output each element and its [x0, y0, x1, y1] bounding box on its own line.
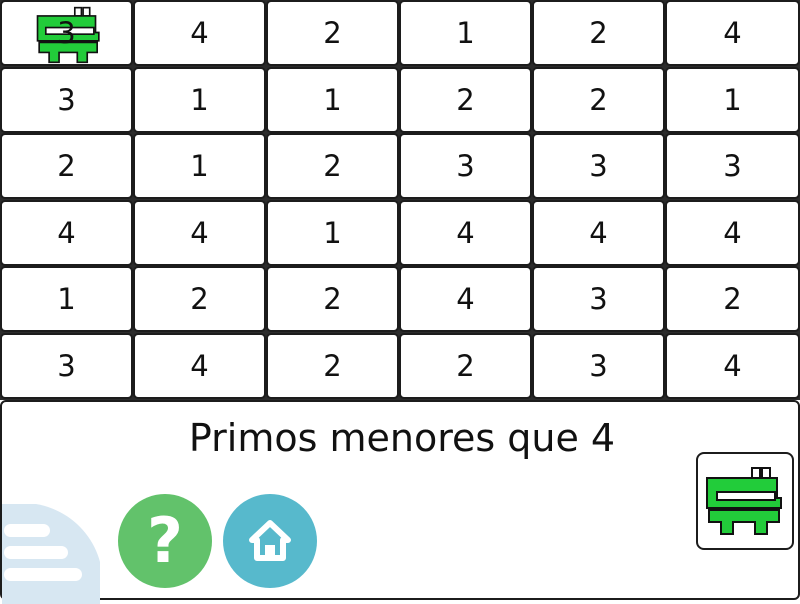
cell-number: 2 [323, 349, 342, 383]
cell-number: 1 [190, 149, 209, 183]
muncher-icon [706, 467, 782, 535]
board-cell[interactable]: 2 [266, 0, 399, 66]
board-cell[interactable]: 1 [266, 67, 399, 133]
cell-number: 3 [723, 149, 742, 183]
cell-number: 4 [723, 349, 742, 383]
cell-number: 1 [723, 83, 742, 117]
cell-number: 4 [589, 216, 608, 250]
game-board: 3 4 2 1 2 4 3 1 1 2 2 1 2 1 2 3 3 3 4 4 1 4 4 4 1 2 2 4 3 2 3 4 2 2 3 4 [0, 0, 800, 400]
cell-number: 2 [589, 83, 608, 117]
board-cell[interactable]: 4 [133, 333, 266, 399]
cell-number: 4 [190, 16, 209, 50]
board-cell[interactable]: 4 [665, 200, 800, 266]
cell-number: 2 [57, 149, 76, 183]
cell-number: 2 [456, 349, 475, 383]
board-cell[interactable]: 2 [532, 67, 665, 133]
player-avatar [696, 452, 794, 550]
board-cell[interactable]: 1 [266, 200, 399, 266]
board-cell[interactable]: 2 [266, 133, 399, 199]
cell-number: 2 [589, 16, 608, 50]
question-mark-icon: ? [147, 504, 183, 577]
cell-number: 1 [323, 216, 342, 250]
cell-number: 4 [723, 216, 742, 250]
board-cell[interactable]: 2 [266, 333, 399, 399]
cell-number: 2 [456, 83, 475, 117]
board-cell[interactable]: 4 [532, 200, 665, 266]
cell-number: 1 [323, 83, 342, 117]
board-cell[interactable]: 1 [399, 0, 532, 66]
board-cell[interactable]: 1 [133, 133, 266, 199]
cell-number: 3 [589, 349, 608, 383]
cell-number: 3 [57, 349, 76, 383]
board-cell[interactable]: 2 [532, 0, 665, 66]
board-cell[interactable]: 2 [0, 133, 133, 199]
cell-number: 3 [589, 282, 608, 316]
board-cell[interactable]: 4 [399, 266, 532, 332]
cell-number: 1 [456, 16, 475, 50]
board-cell[interactable]: 2 [266, 266, 399, 332]
board-cell[interactable]: 4 [133, 200, 266, 266]
cell-number: 2 [323, 16, 342, 50]
cell-number: 4 [190, 349, 209, 383]
board-cell[interactable]: 1 [665, 67, 800, 133]
cell-number: 2 [323, 149, 342, 183]
cell-number: 4 [190, 216, 209, 250]
board-cell[interactable]: 4 [665, 0, 800, 66]
cell-number: 4 [456, 282, 475, 316]
board-cell[interactable]: 3 [0, 67, 133, 133]
bottom-panel: Primos menores que 4 ? [0, 400, 800, 604]
board-cell[interactable]: 2 [133, 266, 266, 332]
cell-number: 4 [57, 216, 76, 250]
board-cell[interactable]: 3 [0, 333, 133, 399]
cell-number: 3 [57, 16, 76, 50]
board-cell[interactable]: 1 [0, 266, 133, 332]
board-cell[interactable]: 3 [665, 133, 800, 199]
cell-number: 3 [456, 149, 475, 183]
cell-number: 1 [57, 282, 76, 316]
board-cell[interactable]: 4 [133, 0, 266, 66]
home-icon [249, 520, 291, 561]
cell-number: 3 [589, 149, 608, 183]
board-cell[interactable]: 2 [665, 266, 800, 332]
board-cell[interactable]: 1 [133, 67, 266, 133]
menu-bars-icon[interactable] [0, 500, 100, 604]
cell-number: 1 [190, 83, 209, 117]
cell-number: 3 [57, 83, 76, 117]
board-cell[interactable]: 3 [0, 0, 133, 66]
board-cell[interactable]: 3 [532, 266, 665, 332]
board-cell[interactable]: 4 [0, 200, 133, 266]
cell-number: 4 [723, 16, 742, 50]
home-button[interactable] [223, 494, 317, 588]
board-cell[interactable]: 4 [665, 333, 800, 399]
help-button[interactable]: ? [118, 494, 212, 588]
board-cell[interactable]: 4 [399, 200, 532, 266]
cell-number: 2 [723, 282, 742, 316]
board-cell[interactable]: 3 [532, 133, 665, 199]
board-cell[interactable]: 3 [532, 333, 665, 399]
board-cell[interactable]: 2 [399, 67, 532, 133]
cell-number: 2 [323, 282, 342, 316]
board-cell[interactable]: 2 [399, 333, 532, 399]
goal-text: Primos menores que 4 [188, 416, 616, 460]
cell-number: 2 [190, 282, 209, 316]
cell-number: 4 [456, 216, 475, 250]
board-cell[interactable]: 3 [399, 133, 532, 199]
